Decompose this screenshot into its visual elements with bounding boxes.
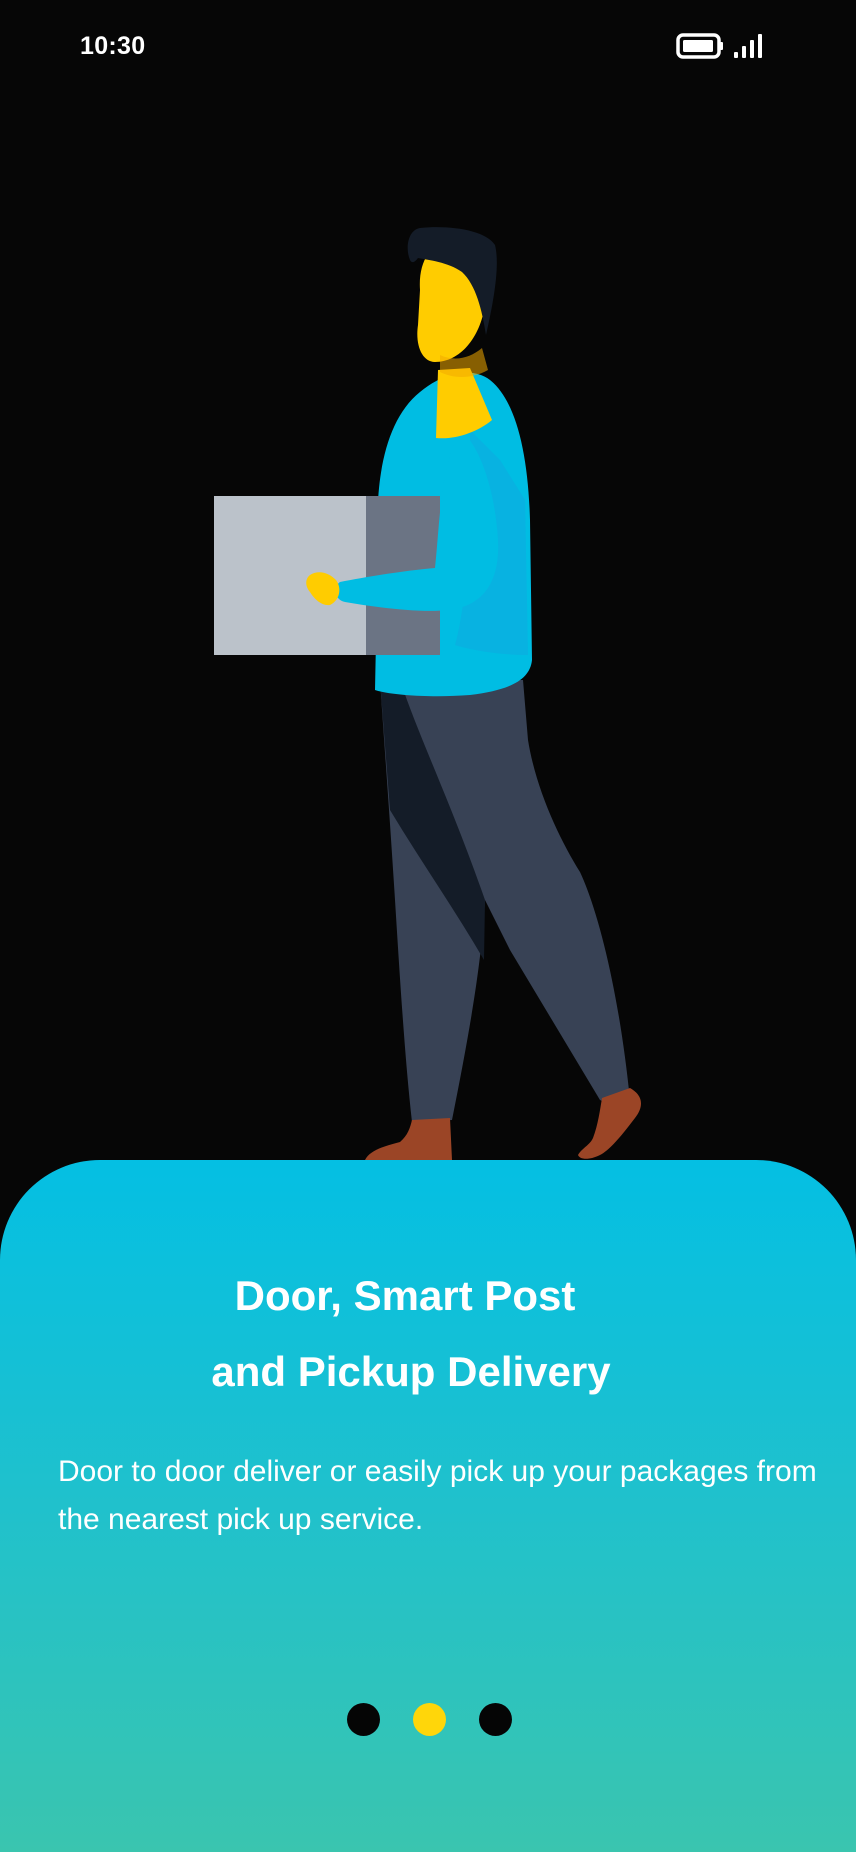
signal-icon: [734, 34, 762, 58]
page-indicator: [347, 1703, 513, 1737]
page-dot-2-active[interactable]: [413, 1703, 446, 1736]
page-dot-3[interactable]: [479, 1703, 512, 1736]
onboarding-title-line2: and Pickup Delivery: [211, 1348, 611, 1395]
page-dot-1[interactable]: [347, 1703, 380, 1736]
battery-icon: [676, 33, 723, 59]
status-icons: [676, 33, 762, 59]
status-time: 10:30: [80, 32, 146, 60]
delivery-person-carrying-box-icon: [214, 227, 642, 1160]
onboarding-description: Door to door deliver or easily pick up y…: [58, 1455, 817, 1536]
status-bar: 10:30: [0, 0, 856, 96]
onboarding-title-line1: Door, Smart Post: [234, 1272, 576, 1319]
